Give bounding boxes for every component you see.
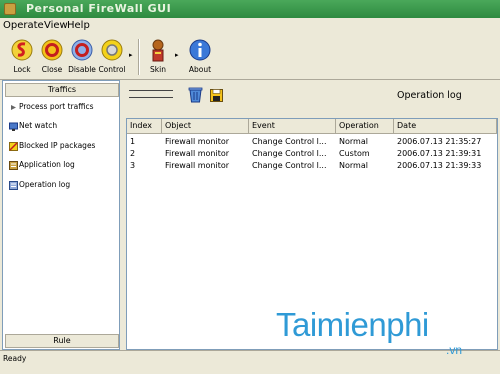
status-text: Ready (3, 354, 27, 363)
sidebar-item-operation-log[interactable]: Operation log (9, 180, 70, 190)
skin-icon (152, 39, 164, 62)
cell-date: 2006.07.13 21:39:33 (397, 161, 482, 170)
watermark-logo: Taimienphi (276, 306, 429, 343)
operation-log-icon (9, 180, 18, 190)
cell-date: 2006.07.13 21:35:27 (397, 137, 482, 146)
sidebar-item-label: Process port traffics (19, 102, 94, 111)
net-watch-icon (9, 122, 18, 131)
column-header-operation[interactable]: Operation (336, 119, 394, 133)
toolbar: Lock Close Disable Control ▸ Skin ▸ Abou… (0, 33, 500, 80)
control-label: Control (98, 65, 126, 74)
table-row[interactable]: 1 Firewall monitor Change Control l... N… (127, 136, 497, 148)
application-log-icon (9, 160, 18, 170)
column-header-object[interactable]: Object (162, 119, 249, 133)
table-header: Index Object Event Operation Date (127, 119, 497, 134)
log-toolbar: Operation log (122, 80, 498, 116)
control-dropdown-icon[interactable]: ▸ (129, 51, 133, 59)
panel-title: Operation log (397, 90, 462, 101)
menu-operate[interactable]: Operate (3, 20, 44, 31)
sidebar-footer-rule[interactable]: Rule (5, 334, 119, 348)
sidebar-item-label: Application log (19, 160, 75, 169)
process-icon (9, 103, 18, 112)
table-row[interactable]: 3 Firewall monitor Change Control l... N… (127, 160, 497, 172)
divider (129, 97, 173, 98)
blocked-ip-icon (9, 141, 18, 151)
cell-operation: Normal (339, 161, 368, 170)
app-icon (4, 3, 16, 15)
save-icon[interactable] (210, 89, 223, 102)
cell-event: Change Control l... (252, 161, 327, 170)
cell-index: 2 (130, 149, 136, 158)
sidebar-item-application-log[interactable]: Application log (9, 160, 75, 170)
about-label: About (188, 65, 212, 74)
lock-icon (11, 39, 33, 61)
cell-event: Change Control l... (252, 149, 327, 158)
control-icon (101, 39, 123, 61)
sidebar: Traffics Process port traffics Net watch… (2, 80, 120, 350)
trash-icon[interactable] (188, 87, 203, 103)
menu-help[interactable]: Help (67, 20, 90, 31)
menu-bar: Operate View Help (0, 18, 500, 33)
column-header-index[interactable]: Index (127, 119, 162, 133)
cell-object: Firewall monitor (165, 161, 230, 170)
sidebar-item-label: Operation log (19, 180, 71, 189)
menu-view[interactable]: View (44, 20, 68, 31)
disable-icon (71, 39, 93, 61)
control-button[interactable]: Control (98, 36, 126, 76)
cell-index: 3 (130, 161, 136, 170)
title-bar: Personal FireWall GUI (0, 0, 500, 18)
cell-object: Firewall monitor (165, 149, 230, 158)
cell-date: 2006.07.13 21:39:31 (397, 149, 482, 158)
watermark-suffix: .vn (446, 343, 463, 357)
column-header-date[interactable]: Date (394, 119, 497, 133)
skin-button[interactable]: Skin (144, 36, 172, 76)
close-icon (41, 39, 63, 61)
divider (129, 90, 173, 91)
about-icon (189, 39, 211, 61)
status-bar: Ready (0, 350, 500, 374)
sidebar-item-net-watch[interactable]: Net watch (9, 121, 57, 131)
cell-object: Firewall monitor (165, 137, 230, 146)
sidebar-item-label: Blocked IP packages (19, 141, 96, 150)
cell-operation: Custom (339, 149, 370, 158)
cell-event: Change Control l... (252, 137, 327, 146)
cell-operation: Normal (339, 137, 368, 146)
sidebar-header-traffics[interactable]: Traffics (5, 83, 119, 97)
table-row[interactable]: 2 Firewall monitor Change Control l... C… (127, 148, 497, 160)
cell-index: 1 (130, 137, 136, 146)
column-header-event[interactable]: Event (249, 119, 336, 133)
sidebar-item-label: Net watch (19, 121, 58, 130)
sidebar-item-process-port-traffics[interactable]: Process port traffics (9, 102, 94, 112)
sidebar-item-blocked-ip-packages[interactable]: Blocked IP packages (9, 141, 95, 151)
window-title: Personal FireWall GUI (26, 2, 172, 15)
about-button[interactable]: About (186, 36, 214, 76)
skin-dropdown-icon[interactable]: ▸ (175, 51, 179, 59)
skin-label: Skin (150, 65, 166, 74)
